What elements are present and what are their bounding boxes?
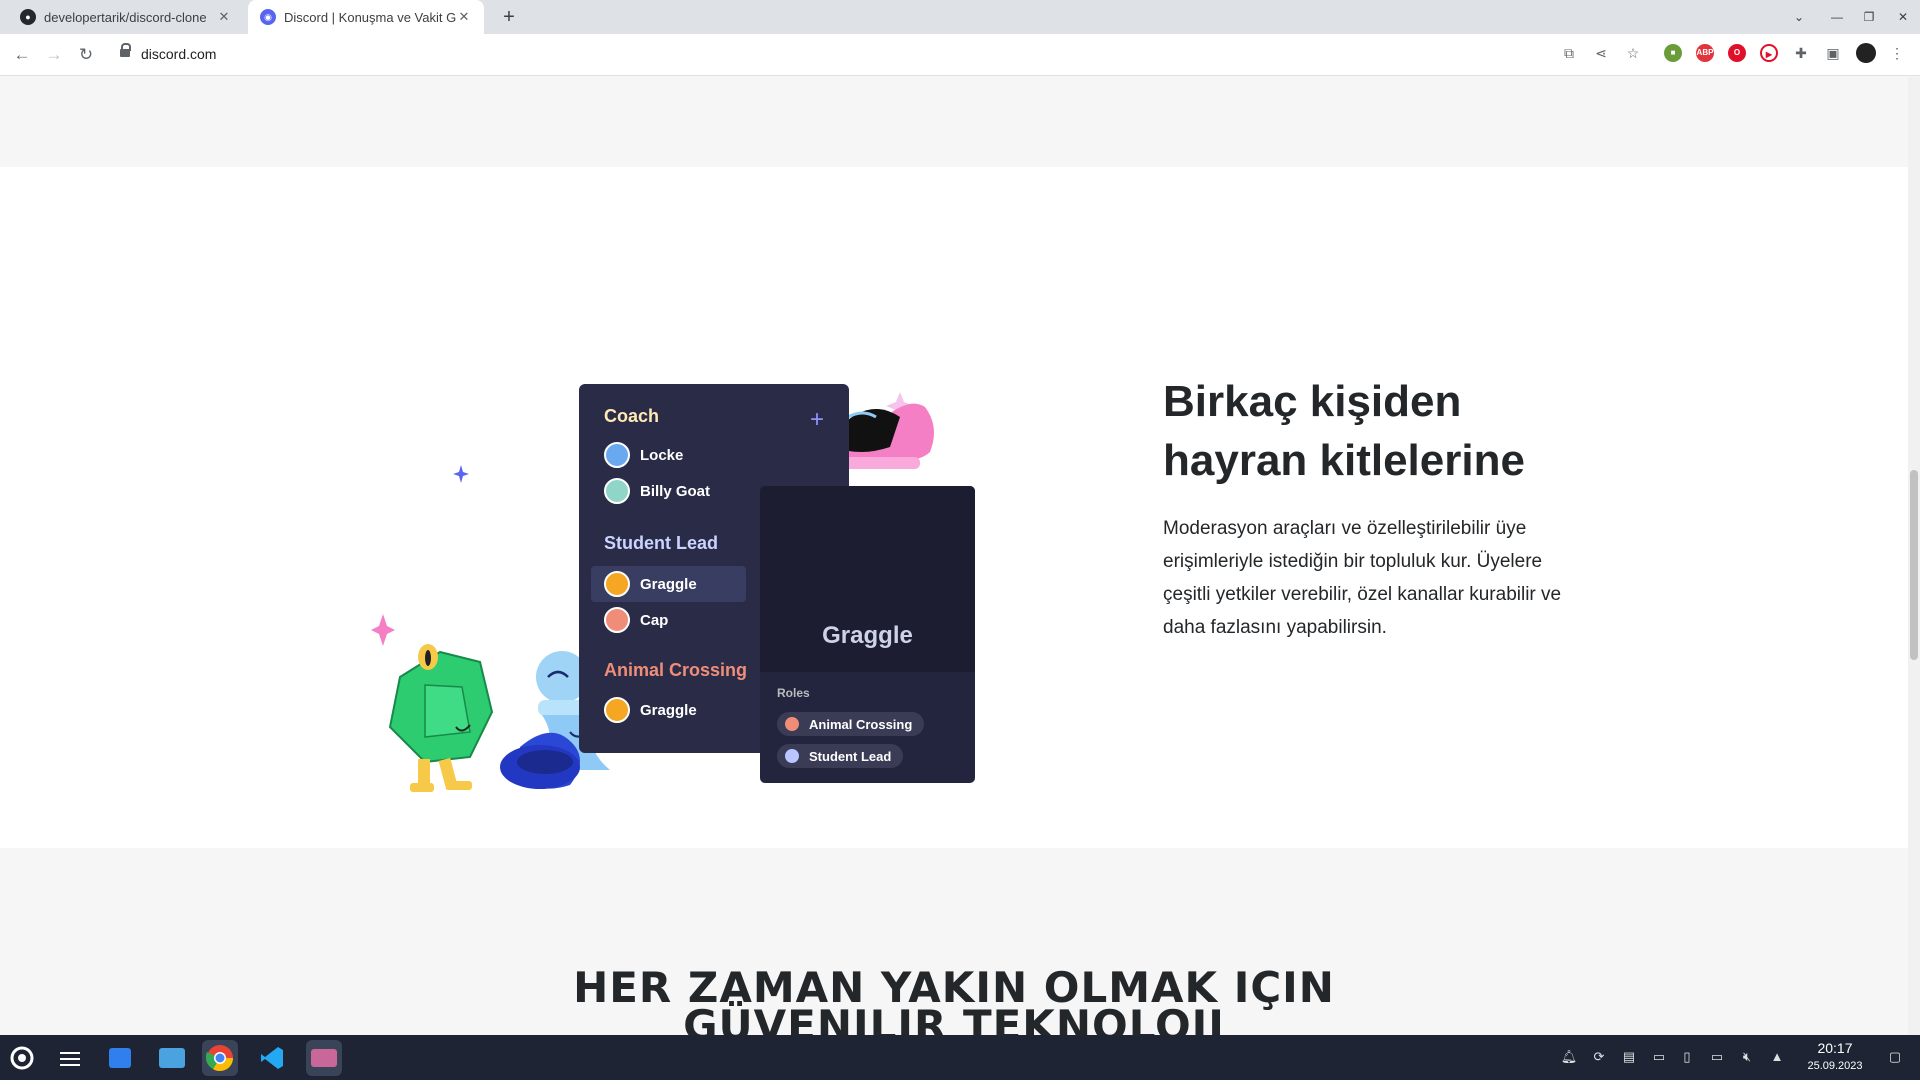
profile-name: Graggle xyxy=(822,622,913,649)
member-name: Locke xyxy=(640,446,684,464)
scrollbar[interactable] xyxy=(1908,77,1920,1035)
group-heading: Student Lead xyxy=(604,533,719,553)
play-extension-icon[interactable]: ▶ xyxy=(1760,44,1778,62)
battery-icon[interactable]: ▭ xyxy=(1708,1048,1726,1066)
member-item[interactable]: Cap xyxy=(604,607,668,633)
menu-icon[interactable]: ⋮ xyxy=(1888,44,1906,62)
member-name: Cap xyxy=(640,611,669,629)
tab-github[interactable]: ● developertarik/discord-clone ✕ xyxy=(8,0,244,34)
browser-toolbar: ← → ↻ discord.com ⧉ ⋖ ☆ ■ ABP O ▶ ✚ ▣ ⋮ xyxy=(0,34,1920,76)
close-window-button[interactable]: ✕ xyxy=(1886,0,1920,34)
roles-label: Roles xyxy=(777,686,810,700)
bookmark-star-icon[interactable]: ☆ xyxy=(1624,44,1642,62)
updates-icon[interactable]: ⟳ xyxy=(1590,1048,1608,1066)
section-headline: Birkaç kişiden hayran kitlelerine xyxy=(1163,377,1525,485)
file-manager-icon[interactable] xyxy=(154,1040,190,1076)
sparkle-icon xyxy=(453,465,469,483)
clock-time: 20:17 xyxy=(1817,1040,1853,1056)
tab-title: Discord | Konuşma ve Vakit Geçirme Yeri xyxy=(284,9,456,25)
avatar xyxy=(604,571,630,597)
new-tab-button[interactable]: + xyxy=(496,4,522,30)
usb-icon[interactable]: ▯ xyxy=(1678,1048,1696,1066)
group-heading: Animal Crossing xyxy=(604,660,748,680)
adblock-icon[interactable]: ABP xyxy=(1696,44,1714,62)
avatar xyxy=(604,607,630,633)
role-color-dot xyxy=(785,717,799,731)
extension-icon[interactable]: ■ xyxy=(1664,44,1682,62)
section-heading: HER ZAMAN YAKIN OLMAK IÇIN GÜVENILIR TEK… xyxy=(0,967,1908,1036)
avatar xyxy=(604,697,630,723)
profile-card: Graggle Roles Animal Crossing Student Le… xyxy=(760,486,975,783)
role-pill: Student Lead xyxy=(777,744,904,768)
section-description: Moderasyon araçları ve özelleştirilebili… xyxy=(1163,518,1562,638)
notification-bell-icon[interactable]: 🔔︎ xyxy=(1560,1048,1578,1066)
member-item[interactable]: Graggle xyxy=(604,697,697,723)
share-icon[interactable]: ⋖ xyxy=(1592,44,1610,62)
start-menu-icon[interactable] xyxy=(4,1040,40,1076)
settings-sliders-icon[interactable] xyxy=(52,1040,88,1076)
display-icon[interactable]: ▭ xyxy=(1650,1048,1668,1066)
show-desktop-icon[interactable]: ▢ xyxy=(1886,1048,1904,1066)
clock-date: 25.09.2023 xyxy=(1807,1060,1863,1072)
store-icon[interactable] xyxy=(102,1040,138,1076)
url-text: discord.com xyxy=(141,46,217,62)
reload-icon[interactable]: ↻ xyxy=(74,43,98,67)
side-panel-icon[interactable]: ▣ xyxy=(1824,44,1842,62)
scrollbar-thumb[interactable] xyxy=(1910,470,1918,660)
role-pill: Animal Crossing xyxy=(777,712,925,736)
heading-line: GÜVENILIR TEKNOLOJI xyxy=(683,1001,1225,1036)
vscode-icon[interactable] xyxy=(254,1040,290,1076)
role-name: Student Lead xyxy=(809,748,892,764)
tray-expand-icon[interactable]: ▲ xyxy=(1768,1048,1786,1066)
tab-discord[interactable]: ◉ Discord | Konuşma ve Vakit Geçirme Yer… xyxy=(248,0,484,34)
close-tab-icon[interactable]: ✕ xyxy=(456,9,472,25)
minimize-button[interactable]: — xyxy=(1820,0,1854,34)
chrome-icon[interactable] xyxy=(202,1040,238,1076)
tab-search-icon[interactable]: ⌄ xyxy=(1782,0,1816,34)
clock[interactable]: 20:17 25.09.2023 xyxy=(1790,1039,1880,1075)
role-color-dot xyxy=(785,749,799,763)
forward-icon[interactable]: → xyxy=(42,43,66,67)
member-item[interactable]: Graggle xyxy=(604,571,697,597)
tab-strip: ● developertarik/discord-clone ✕ ◉ Disco… xyxy=(0,0,1920,34)
avatar xyxy=(604,478,630,504)
profile-avatar[interactable] xyxy=(1856,43,1876,63)
opera-icon[interactable]: O xyxy=(1728,44,1746,62)
lock-icon[interactable] xyxy=(120,43,131,59)
group-heading: Coach xyxy=(604,406,660,426)
volume-muted-icon[interactable]: 🔇︎ xyxy=(1738,1048,1756,1066)
member-name: Graggle xyxy=(640,575,697,593)
restore-button[interactable]: ❐ xyxy=(1852,0,1886,34)
discord-icon: ◉ xyxy=(260,9,276,25)
taskbar: 🔔︎ ⟳ ▤ ▭ ▯ ▭ 🔇︎ ▲ 20:17 25.09.2023 ▢ xyxy=(0,1035,1920,1080)
add-icon[interactable]: + xyxy=(810,406,824,434)
clipboard-icon[interactable]: ▤ xyxy=(1620,1048,1638,1066)
sparkle-icon xyxy=(371,614,395,646)
back-icon[interactable]: ← xyxy=(10,43,34,67)
page-content: + Coach Locke Billy Goat Student Lead Gr… xyxy=(0,77,1908,1035)
extensions-puzzle-icon[interactable]: ✚ xyxy=(1792,44,1810,62)
role-name: Animal Crossing xyxy=(809,716,913,732)
tab-title: developertarik/discord-clone xyxy=(44,9,207,25)
github-icon: ● xyxy=(20,9,36,25)
avatar xyxy=(604,442,630,468)
member-name: Billy Goat xyxy=(640,482,711,500)
member-item[interactable]: Locke xyxy=(604,442,683,468)
member-item[interactable]: Billy Goat xyxy=(604,478,710,504)
screenshot-app-icon[interactable] xyxy=(306,1040,342,1076)
translate-icon[interactable]: ⧉ xyxy=(1560,44,1578,62)
close-tab-icon[interactable]: ✕ xyxy=(216,9,232,25)
member-name: Graggle xyxy=(640,701,697,719)
